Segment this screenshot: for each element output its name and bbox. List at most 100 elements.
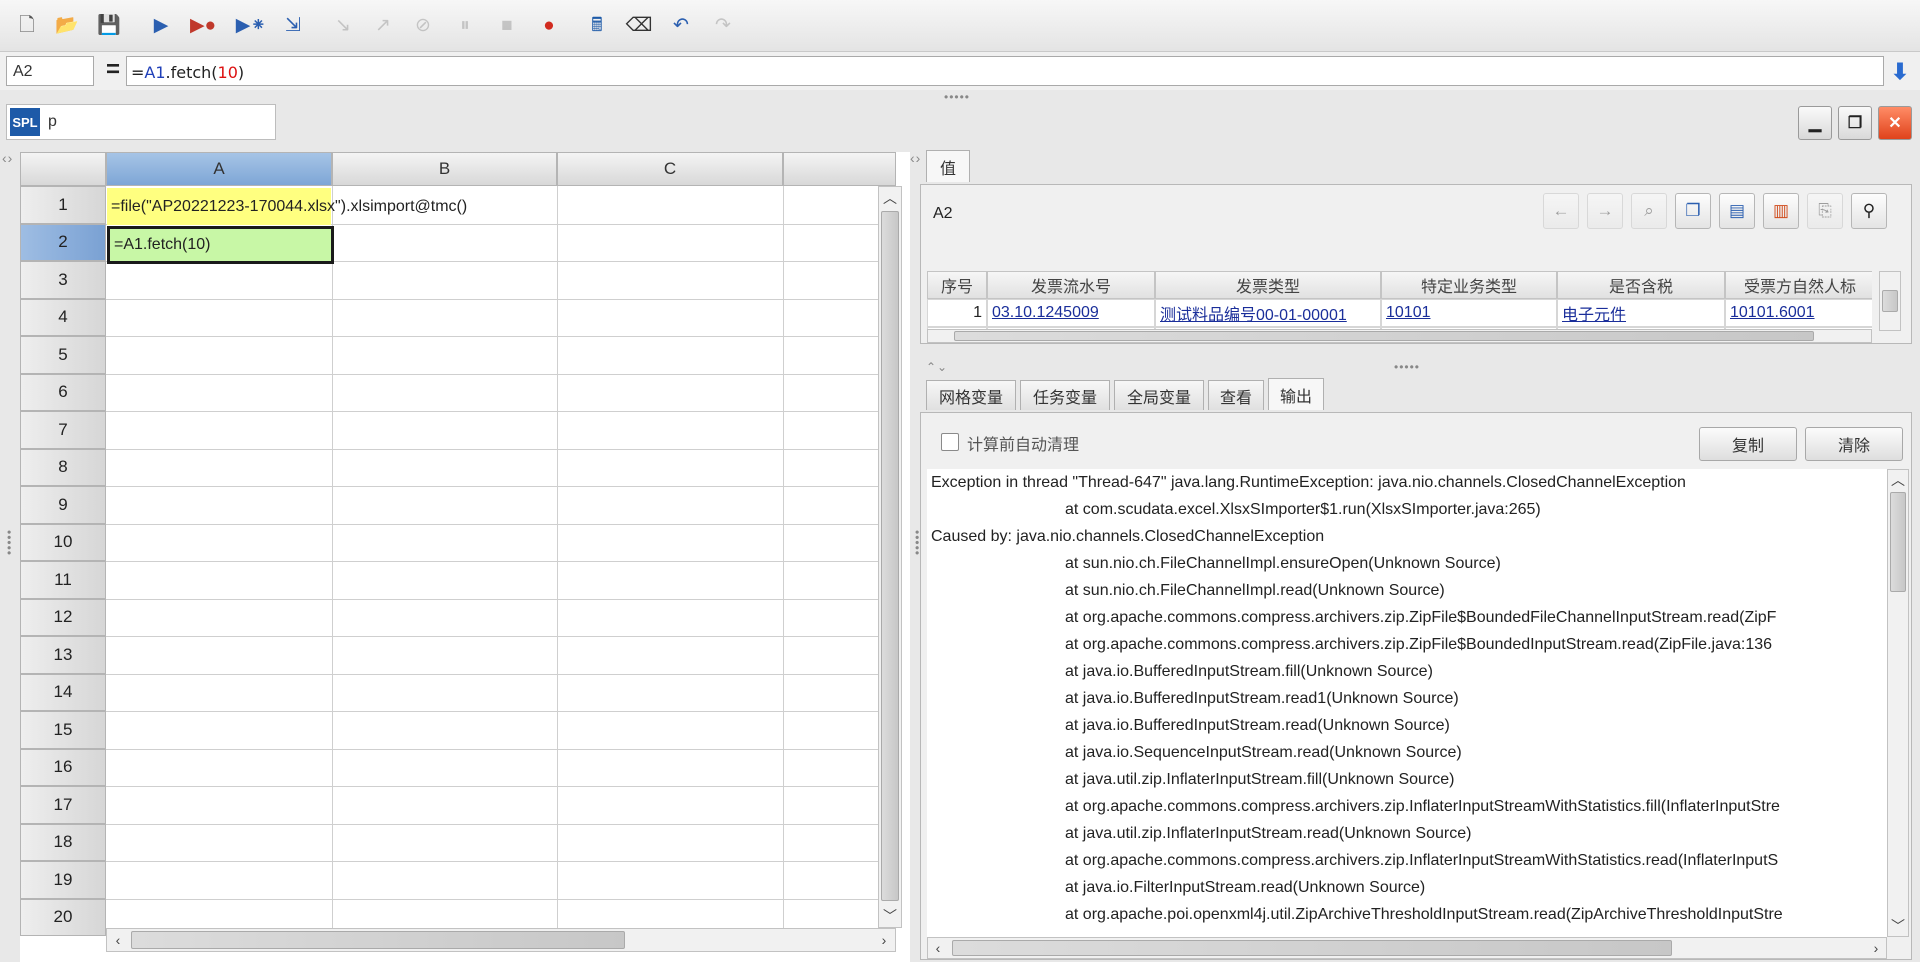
forward-icon[interactable]: →	[1587, 193, 1623, 229]
step-icon[interactable]: ⇲	[280, 12, 306, 38]
cell-link[interactable]: 电子元件	[1562, 301, 1626, 325]
step-into-icon[interactable]: ↘	[330, 12, 356, 38]
scroll-left-icon[interactable]: ‹	[107, 929, 129, 951]
value-col-header[interactable]: 发票流水号	[987, 271, 1155, 299]
left-collapse-arrows[interactable]: ‹›	[2, 150, 13, 166]
tab-watch[interactable]: 查看	[1208, 380, 1264, 410]
left-splitter-grip[interactable]: •••••	[2, 530, 16, 556]
row-header-20[interactable]: 20	[20, 898, 106, 936]
collapse-arrows[interactable]: ⌃⌄	[926, 360, 948, 374]
scroll-down-icon[interactable]: ﹀	[879, 905, 901, 927]
output-scroll-left-icon[interactable]: ‹	[928, 938, 948, 958]
script-tab[interactable]: SPL p	[6, 104, 276, 140]
row-header-13[interactable]: 13	[20, 636, 106, 674]
export-icon[interactable]: ⎘	[1807, 193, 1843, 229]
row-header-16[interactable]: 16	[20, 748, 106, 786]
right-splitter-grip[interactable]: •••••	[1394, 360, 1420, 374]
open-folder-icon[interactable]: 📂	[54, 12, 80, 38]
cell-a1[interactable]: =file("AP20221223-170044.xlsx").xlsimpor…	[107, 188, 467, 225]
back-icon[interactable]: ←	[1543, 193, 1579, 229]
pause-icon[interactable]: ⏸	[452, 12, 478, 38]
grid-vertical-scrollbar[interactable]: ︿ ﹀	[878, 186, 902, 928]
cell-reference-field[interactable]: A2	[6, 56, 94, 86]
row-header-18[interactable]: 18	[20, 823, 106, 861]
cell-link[interactable]: 03.10.1245009	[992, 304, 1099, 322]
minimize-button[interactable]: ▁	[1798, 106, 1832, 140]
step-return-icon[interactable]: ↗	[370, 12, 396, 38]
output-scroll-up-icon[interactable]: ︿	[1888, 470, 1908, 490]
value-table-cell[interactable]: 10101	[1381, 299, 1557, 327]
output-scroll-right-icon[interactable]: ›	[1866, 938, 1886, 958]
value-col-header[interactable]: 特定业务类型	[1381, 271, 1557, 299]
output-vscroll-thumb[interactable]	[1890, 492, 1906, 592]
auto-clear-checkbox[interactable]	[941, 433, 959, 451]
expand-formula-icon[interactable]: ⬇	[1886, 58, 1914, 86]
output-console[interactable]: Exception in thread "Thread-647" java.la…	[927, 469, 1887, 937]
row-header-4[interactable]: 4	[20, 298, 106, 336]
redo-icon[interactable]: ↷	[710, 12, 736, 38]
output-vscrollbar[interactable]: ︿ ﹀	[1887, 469, 1909, 937]
row-header-7[interactable]: 7	[20, 411, 106, 449]
preview-icon[interactable]: ⌕	[1631, 193, 1667, 229]
cell-link[interactable]: 测试料品编号00-01-00001	[1160, 301, 1347, 325]
row-header-1[interactable]: 1	[20, 186, 106, 224]
eraser-icon[interactable]: ⌫	[626, 12, 653, 38]
output-hscrollbar[interactable]: ‹ ›	[927, 937, 1887, 959]
run-to-cursor-icon[interactable]: ▶⁕	[236, 12, 267, 38]
grid-corner[interactable]	[20, 152, 106, 186]
value-table-cell[interactable]: 10101.6001	[1725, 299, 1872, 327]
undo-icon[interactable]: ↶	[668, 12, 694, 38]
row-header-14[interactable]: 14	[20, 673, 106, 711]
output-scroll-down-icon[interactable]: ﹀	[1888, 916, 1908, 936]
row-header-12[interactable]: 12	[20, 598, 106, 636]
value-table-cell[interactable]: 1	[927, 299, 987, 327]
cancel-icon[interactable]: ⊘	[410, 12, 436, 38]
value-hscrollbar[interactable]	[927, 329, 1872, 343]
tab-global-variables[interactable]: 全局变量	[1114, 380, 1204, 410]
column-header-c[interactable]: C	[557, 152, 783, 186]
grid-hscroll-thumb[interactable]	[131, 931, 625, 949]
stop-icon[interactable]: ■	[494, 12, 520, 38]
breakpoint-icon[interactable]: ●	[536, 12, 562, 38]
scroll-up-icon[interactable]: ︿	[879, 187, 901, 209]
cell-link[interactable]: 10101.6001	[1730, 304, 1815, 322]
debug-run-icon[interactable]: ▶●	[190, 12, 216, 38]
value-col-header[interactable]: 发票类型	[1155, 271, 1381, 299]
copy-button[interactable]: 复制	[1699, 427, 1797, 461]
row-header-2[interactable]: 2	[20, 223, 106, 261]
run-icon[interactable]: ▶	[148, 12, 174, 38]
clear-button[interactable]: 清除	[1805, 427, 1903, 461]
row-header-17[interactable]: 17	[20, 786, 106, 824]
value-vscrollbar[interactable]	[1879, 271, 1901, 331]
grid-horizontal-scrollbar[interactable]: ‹ ›	[106, 928, 896, 952]
formula-input[interactable]: =A1.fetch(10)	[126, 56, 1884, 86]
value-col-header[interactable]: 受票方自然人标	[1725, 271, 1872, 299]
row-header-8[interactable]: 8	[20, 448, 106, 486]
value-table-cell[interactable]: 测试料品编号00-01-00001	[1155, 299, 1381, 327]
copy-icon[interactable]: ❐	[1675, 193, 1711, 229]
value-vscroll-thumb[interactable]	[1882, 290, 1898, 312]
column-header-d[interactable]	[783, 152, 896, 186]
tab-value[interactable]: 值	[926, 150, 970, 182]
column-header-a[interactable]: A	[106, 152, 332, 186]
value-hscroll-thumb[interactable]	[954, 331, 1814, 341]
value-table-cell[interactable]: 电子元件	[1557, 299, 1725, 327]
chart-icon[interactable]: ▥	[1763, 193, 1799, 229]
new-file-icon[interactable]: 🗋	[14, 12, 40, 38]
restore-button[interactable]: ❐	[1838, 106, 1872, 140]
value-col-header[interactable]: 序号	[927, 271, 987, 299]
value-col-header[interactable]: 是否含税	[1557, 271, 1725, 299]
row-header-11[interactable]: 11	[20, 561, 106, 599]
output-hscroll-thumb[interactable]	[952, 940, 1672, 956]
tab-grid-variables[interactable]: 网格变量	[926, 380, 1016, 410]
row-header-6[interactable]: 6	[20, 373, 106, 411]
grid-vscroll-thumb[interactable]	[881, 211, 899, 901]
save-icon[interactable]: 💾	[96, 12, 122, 38]
cell-a2[interactable]: =A1.fetch(10)	[107, 226, 334, 264]
calculator-icon[interactable]: 🖩	[584, 12, 610, 38]
row-header-15[interactable]: 15	[20, 711, 106, 749]
tab-output[interactable]: 输出	[1268, 378, 1324, 410]
close-button[interactable]: ✕	[1878, 106, 1912, 140]
scroll-right-icon[interactable]: ›	[873, 929, 895, 951]
value-table-cell[interactable]: 03.10.1245009	[987, 299, 1155, 327]
